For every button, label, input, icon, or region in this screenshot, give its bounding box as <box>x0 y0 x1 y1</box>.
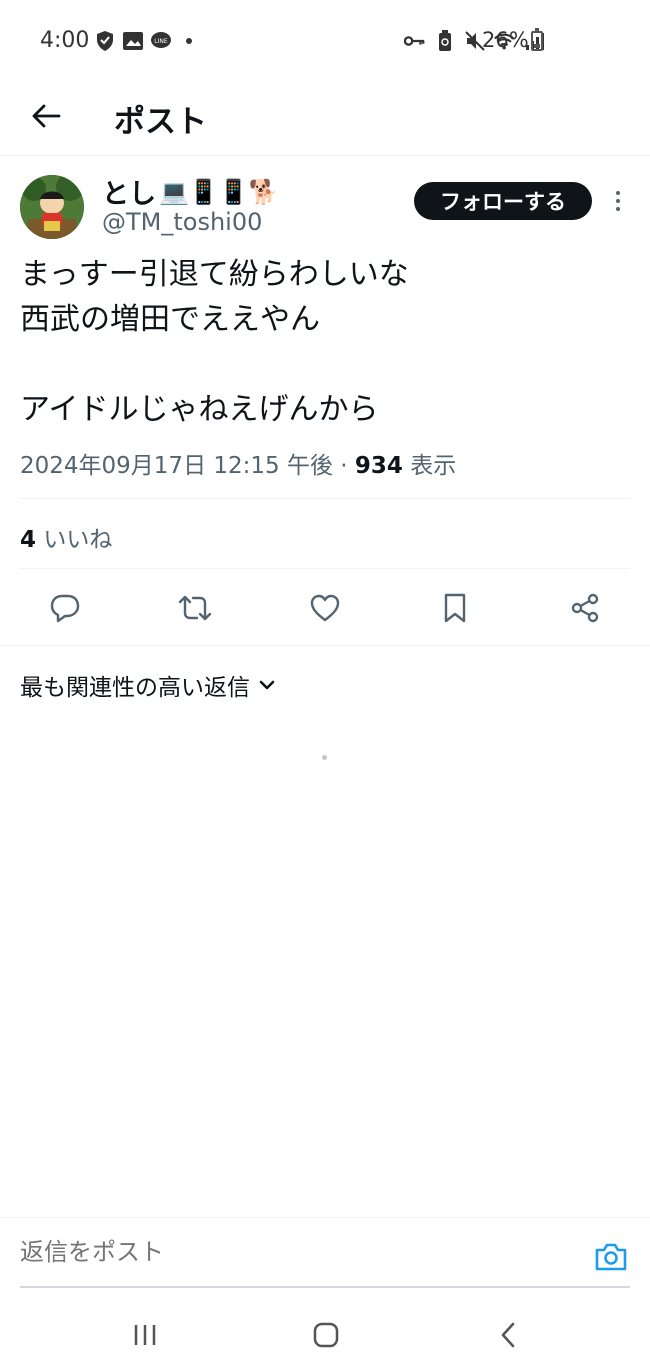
divider <box>0 645 650 646</box>
page-title: ポスト <box>114 104 207 140</box>
svg-text:LINE: LINE <box>154 38 168 45</box>
views-label: 表示 <box>410 453 457 479</box>
repost-button[interactable] <box>175 588 215 628</box>
battery-saver-icon <box>434 30 456 52</box>
chevron-down-icon <box>259 680 275 690</box>
shield-icon <box>94 30 116 52</box>
post-timestamp[interactable]: 2024年09月17日 12:15 午後 <box>20 453 333 479</box>
author-display-name[interactable]: とし 💻📱📱🐕 <box>102 172 279 211</box>
home-button[interactable] <box>306 1318 346 1352</box>
share-icon <box>571 593 599 623</box>
line-app-icon: LINE <box>150 30 172 52</box>
likes-label: いいね <box>43 527 113 553</box>
status-bar: 4:00 LINE 26% <box>0 0 650 82</box>
status-notification-icons: LINE <box>94 30 200 52</box>
reply-composer <box>0 1217 650 1291</box>
recent-apps-icon <box>134 1325 156 1345</box>
battery-percentage: 26% <box>482 28 529 52</box>
key-icon <box>404 30 426 52</box>
author-handle[interactable]: @TM_toshi00 <box>102 208 262 236</box>
chevron-left-icon <box>501 1322 515 1348</box>
like-button[interactable] <box>305 588 345 628</box>
reply-sort-dropdown[interactable]: 最も関連性の高い返信 <box>20 668 276 702</box>
arrow-left-icon <box>32 104 61 128</box>
top-app-bar: ポスト <box>0 82 650 156</box>
system-navigation-bar <box>0 1300 650 1372</box>
bookmark-icon <box>444 593 466 623</box>
system-back-button[interactable] <box>488 1318 528 1352</box>
meta-separator: · <box>340 453 348 479</box>
camera-button[interactable] <box>594 1242 628 1272</box>
camera-icon <box>595 1243 627 1271</box>
reply-input-underline <box>20 1286 630 1288</box>
post-meta: 2024年09月17日 12:15 午後 · 934 表示 <box>20 446 456 480</box>
more-notifications-dot-icon <box>178 30 200 52</box>
recent-apps-button[interactable] <box>125 1318 165 1352</box>
more-dot-icon <box>616 207 620 211</box>
post-text: まっすー引退て紛らわしいな 西武の増田でええやん アイドルじゃねえげんから <box>20 257 409 427</box>
heart-icon <box>310 594 340 622</box>
avatar[interactable] <box>20 175 84 239</box>
author-name-text: とし <box>102 179 156 210</box>
follow-button[interactable]: フォローする <box>414 182 592 220</box>
more-options-button[interactable] <box>608 186 628 216</box>
likes-summary[interactable]: 4 いいね <box>20 520 112 554</box>
reply-sort-label: 最も関連性の高い返信 <box>20 675 250 701</box>
post-action-bar <box>0 578 650 638</box>
home-icon <box>313 1322 339 1348</box>
views-count: 934 <box>354 453 403 479</box>
back-button[interactable] <box>26 96 66 136</box>
image-notification-icon <box>122 30 144 52</box>
author-name-emojis: 💻📱📱🐕 <box>159 177 279 206</box>
divider <box>20 498 630 499</box>
more-dot-icon <box>616 199 620 203</box>
more-dot-icon <box>616 191 620 195</box>
reply-button[interactable] <box>45 588 85 628</box>
bookmark-button[interactable] <box>435 588 475 628</box>
likes-count: 4 <box>20 527 37 553</box>
reply-icon <box>50 594 80 623</box>
loading-indicator <box>322 755 327 760</box>
battery-icon <box>531 28 543 51</box>
divider <box>20 568 630 569</box>
share-button[interactable] <box>565 588 605 628</box>
status-time: 4:00 <box>40 28 90 53</box>
repost-icon <box>178 595 212 621</box>
reply-input[interactable] <box>20 1238 560 1266</box>
